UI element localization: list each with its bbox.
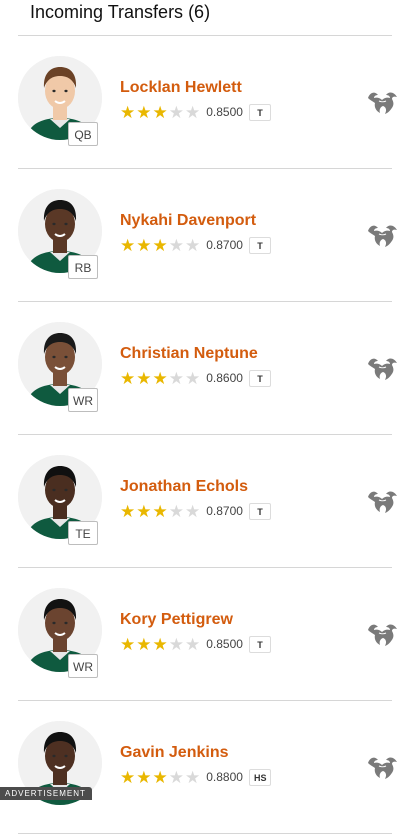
star-rating: ★ ★ ★ ★ ★ <box>120 503 201 520</box>
usf-bull-logo-icon[interactable] <box>366 621 400 647</box>
position-badge: WR <box>68 654 98 678</box>
advertisement-label: ADVERTISEMENT <box>0 787 92 800</box>
star-filled-icon: ★ <box>136 501 152 521</box>
star-filled-icon: ★ <box>120 501 136 521</box>
player-name[interactable]: Christian Neptune <box>120 345 258 363</box>
star-rating: ★ ★ ★ ★ ★ <box>120 237 201 254</box>
star-filled-icon: ★ <box>152 102 168 122</box>
position-badge: RB <box>68 255 98 279</box>
star-empty-icon: ★ <box>185 235 201 255</box>
transfer-row[interactable]: WR Kory Pettigrew ★ ★ ★ ★ ★ 0.8500 T <box>18 568 397 701</box>
recruit-type-badge: HS <box>248 768 272 786</box>
usf-bull-logo-icon[interactable] <box>366 754 400 780</box>
rating-line: ★ ★ ★ ★ ★ 0.8600 T <box>120 368 271 388</box>
recruit-type-badge: T <box>248 369 271 387</box>
star-empty-icon: ★ <box>168 501 184 521</box>
star-empty-icon: ★ <box>168 368 184 388</box>
star-empty-icon: ★ <box>185 634 201 654</box>
recruit-type-badge: T <box>248 635 271 653</box>
star-filled-icon: ★ <box>136 368 152 388</box>
star-filled-icon: ★ <box>120 102 136 122</box>
star-empty-icon: ★ <box>168 767 184 787</box>
recruit-type-badge: T <box>248 236 271 254</box>
position-badge: QB <box>68 122 98 146</box>
usf-bull-logo-icon[interactable] <box>366 355 400 381</box>
star-rating: ★ ★ ★ ★ ★ <box>120 636 201 653</box>
star-rating: ★ ★ ★ ★ ★ <box>120 769 201 786</box>
usf-bull-logo-icon[interactable] <box>366 488 400 514</box>
player-name[interactable]: Nykahi Davenport <box>120 212 256 230</box>
star-filled-icon: ★ <box>120 235 136 255</box>
star-filled-icon: ★ <box>120 767 136 787</box>
star-empty-icon: ★ <box>185 102 201 122</box>
star-filled-icon: ★ <box>120 368 136 388</box>
star-filled-icon: ★ <box>136 767 152 787</box>
rating-score: 0.8600 <box>206 371 243 385</box>
player-name[interactable]: Locklan Hewlett <box>120 79 242 97</box>
recruit-type-badge: T <box>248 103 271 121</box>
star-filled-icon: ★ <box>152 767 168 787</box>
star-empty-icon: ★ <box>168 102 184 122</box>
rating-line: ★ ★ ★ ★ ★ 0.8700 T <box>120 235 271 255</box>
player-avatar[interactable]: TE <box>18 455 102 545</box>
star-filled-icon: ★ <box>120 634 136 654</box>
rating-line: ★ ★ ★ ★ ★ 0.8500 T <box>120 102 271 122</box>
usf-bull-logo-icon[interactable] <box>366 89 400 115</box>
star-rating: ★ ★ ★ ★ ★ <box>120 370 201 387</box>
transfer-row[interactable]: Gavin Jenkins ★ ★ ★ ★ ★ 0.8800 HS <box>18 701 397 834</box>
position-badge: TE <box>68 521 98 545</box>
star-filled-icon: ★ <box>152 501 168 521</box>
star-empty-icon: ★ <box>185 368 201 388</box>
star-filled-icon: ★ <box>136 102 152 122</box>
star-empty-icon: ★ <box>168 634 184 654</box>
player-name[interactable]: Kory Pettigrew <box>120 611 233 629</box>
star-empty-icon: ★ <box>185 767 201 787</box>
player-name[interactable]: Jonathan Echols <box>120 478 248 496</box>
rating-line: ★ ★ ★ ★ ★ 0.8700 T <box>120 501 271 521</box>
star-filled-icon: ★ <box>152 634 168 654</box>
player-avatar[interactable]: WR <box>18 588 102 678</box>
star-filled-icon: ★ <box>152 368 168 388</box>
star-filled-icon: ★ <box>136 235 152 255</box>
rating-score: 0.8800 <box>206 770 243 784</box>
star-filled-icon: ★ <box>136 634 152 654</box>
rating-score: 0.8500 <box>206 105 243 119</box>
rating-score: 0.8500 <box>206 637 243 651</box>
player-avatar[interactable]: WR <box>18 322 102 412</box>
star-empty-icon: ★ <box>185 501 201 521</box>
star-rating: ★ ★ ★ ★ ★ <box>120 104 201 121</box>
usf-bull-logo-icon[interactable] <box>366 222 400 248</box>
star-filled-icon: ★ <box>152 235 168 255</box>
transfer-row[interactable]: WR Christian Neptune ★ ★ ★ ★ ★ 0.8600 T <box>18 302 397 435</box>
position-badge: WR <box>68 388 98 412</box>
rating-score: 0.8700 <box>206 238 243 252</box>
rating-line: ★ ★ ★ ★ ★ 0.8800 HS <box>120 767 272 787</box>
transfer-row[interactable]: RB Nykahi Davenport ★ ★ ★ ★ ★ 0.8700 T <box>18 169 397 302</box>
player-avatar[interactable]: RB <box>18 189 102 279</box>
transfer-row[interactable]: QB Locklan Hewlett ★ ★ ★ ★ ★ 0.8500 T <box>18 36 397 169</box>
star-empty-icon: ★ <box>168 235 184 255</box>
player-avatar[interactable]: QB <box>18 56 102 146</box>
transfer-list: QB Locklan Hewlett ★ ★ ★ ★ ★ 0.8500 T RB… <box>18 36 397 834</box>
page-title: Incoming Transfers (6) <box>30 2 211 22</box>
transfer-row[interactable]: TE Jonathan Echols ★ ★ ★ ★ ★ 0.8700 T <box>18 435 397 568</box>
player-name[interactable]: Gavin Jenkins <box>120 744 229 762</box>
rating-score: 0.8700 <box>206 504 243 518</box>
rating-line: ★ ★ ★ ★ ★ 0.8500 T <box>120 634 271 654</box>
recruit-type-badge: T <box>248 502 271 520</box>
